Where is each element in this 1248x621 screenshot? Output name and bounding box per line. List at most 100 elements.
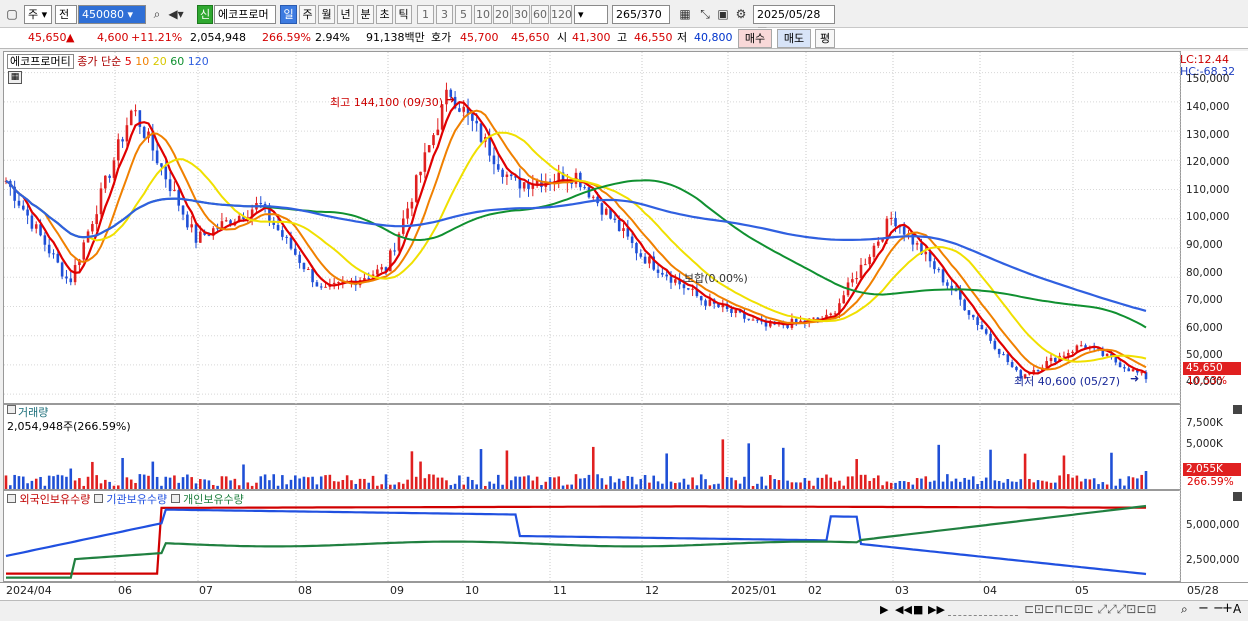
volume-bar	[907, 482, 910, 489]
high-note: 최고 144,100 (09/30)	[330, 96, 444, 109]
volume-bar	[1127, 476, 1131, 489]
volume-bar	[799, 482, 802, 489]
scroll-slider[interactable]	[948, 604, 1018, 616]
volume-toggle-icon[interactable]	[7, 405, 16, 414]
candle-body	[95, 214, 98, 225]
ytick: 5,000K	[1186, 438, 1223, 450]
volume-bar	[928, 481, 932, 489]
candle-body	[885, 218, 889, 239]
zoom-in-icon[interactable]: +	[1222, 601, 1233, 616]
candle-body	[617, 219, 621, 232]
volume-bar	[876, 475, 880, 489]
stock-label[interactable]: 에코프로머티	[7, 54, 74, 69]
volume-bar	[915, 478, 919, 489]
volume-bar	[203, 479, 206, 489]
candle-body	[52, 253, 55, 255]
candle-body	[889, 217, 893, 219]
chart-tools-icon[interactable]: ⊏⊡⊏⊓⊏⊡⊏ ⤢⤢⤢⊡⊏⊡	[1024, 602, 1156, 617]
volume-bar	[211, 484, 215, 489]
volume-bar	[518, 476, 522, 489]
volume-bar	[306, 477, 310, 489]
candle-body	[868, 256, 871, 265]
volume-bar	[315, 484, 319, 489]
ma-60[interactable]: 60	[170, 55, 184, 68]
volume-bar	[319, 476, 323, 489]
volume-bar	[630, 476, 634, 489]
volume-bar	[60, 475, 64, 489]
volume-close-icon[interactable]	[1233, 405, 1242, 414]
candle-body	[941, 269, 945, 283]
volume-bar	[86, 476, 90, 489]
volume-bar	[764, 485, 768, 489]
volume-pct: 266.59%	[1187, 476, 1234, 488]
ma-label[interactable]: 종가 단순	[77, 55, 121, 68]
volume-bar	[384, 474, 388, 489]
legend-individual[interactable]: 개인보유수량	[183, 493, 244, 506]
holdings-toggle-icon[interactable]	[7, 494, 16, 503]
stop-icon[interactable]: ■	[913, 603, 923, 616]
scroll-right-icon[interactable]: ▶	[880, 603, 888, 616]
volume-bar	[717, 483, 720, 489]
ma-20[interactable]: 20	[153, 55, 167, 68]
volume-bar	[199, 479, 202, 489]
candle-body	[1071, 351, 1074, 354]
candle-body	[324, 286, 327, 288]
candle-body	[756, 319, 759, 321]
candle-body	[704, 300, 707, 306]
candle-body	[1036, 370, 1040, 372]
ytick: 150,000	[1186, 73, 1230, 85]
volume-bar	[626, 476, 630, 489]
volume-bar	[39, 476, 42, 489]
volume-bar	[1049, 482, 1053, 489]
holdings-close-icon[interactable]	[1233, 492, 1242, 501]
volume-bar	[488, 481, 491, 489]
volume-bar	[104, 479, 107, 489]
candle-body	[496, 164, 500, 170]
fastforward-icon[interactable]: ▶▶	[928, 603, 945, 616]
volume-bar	[889, 482, 893, 489]
candle-body	[479, 123, 483, 142]
volume-bar	[151, 461, 155, 489]
individual-toggle-icon[interactable]	[170, 494, 180, 503]
volume-bar	[1041, 480, 1044, 489]
zoom-icon[interactable]: ⌕	[1181, 602, 1188, 617]
ma-5[interactable]: 5	[125, 55, 132, 68]
volume-bar	[65, 476, 68, 489]
candle-body	[859, 264, 863, 279]
volume-bar	[747, 443, 751, 489]
volume-bar	[47, 475, 51, 489]
volume-bar	[30, 480, 34, 489]
candle-body	[302, 262, 306, 270]
candle-body	[311, 269, 314, 283]
candle-body	[436, 129, 440, 136]
rewind-icon[interactable]: ◀◀	[895, 603, 912, 616]
volume-bar	[846, 476, 850, 489]
volume-bar	[1123, 485, 1126, 489]
volume-bar	[1118, 478, 1122, 489]
volume-bar	[946, 474, 949, 489]
legend-foreign[interactable]: 외국인보유수량	[20, 493, 91, 506]
volume-bar	[600, 478, 604, 489]
institution-toggle-icon[interactable]	[93, 494, 103, 503]
legend-institution[interactable]: 기관보유수량	[106, 493, 167, 506]
volume-bar	[246, 482, 250, 489]
volume-bar	[570, 484, 573, 489]
candle-body	[190, 224, 193, 228]
volume-bar	[933, 480, 936, 489]
volume-bar	[302, 476, 306, 489]
table-icon[interactable]: ▦	[8, 71, 22, 84]
candle-body	[1062, 355, 1066, 357]
volume-bar	[1032, 482, 1036, 489]
ma-10[interactable]: 10	[135, 55, 149, 68]
volume-bar	[604, 484, 608, 489]
candle-body	[794, 318, 798, 323]
volume-bar	[691, 477, 694, 489]
ma-120[interactable]: 120	[188, 55, 209, 68]
volume-bar	[155, 476, 159, 489]
volume-bar	[190, 477, 193, 489]
font-icon[interactable]: A	[1233, 602, 1241, 616]
candle-body	[108, 175, 111, 178]
volume-bar	[410, 451, 414, 489]
volume-bar	[557, 476, 561, 489]
zoom-out-icon[interactable]: −	[1198, 601, 1209, 616]
